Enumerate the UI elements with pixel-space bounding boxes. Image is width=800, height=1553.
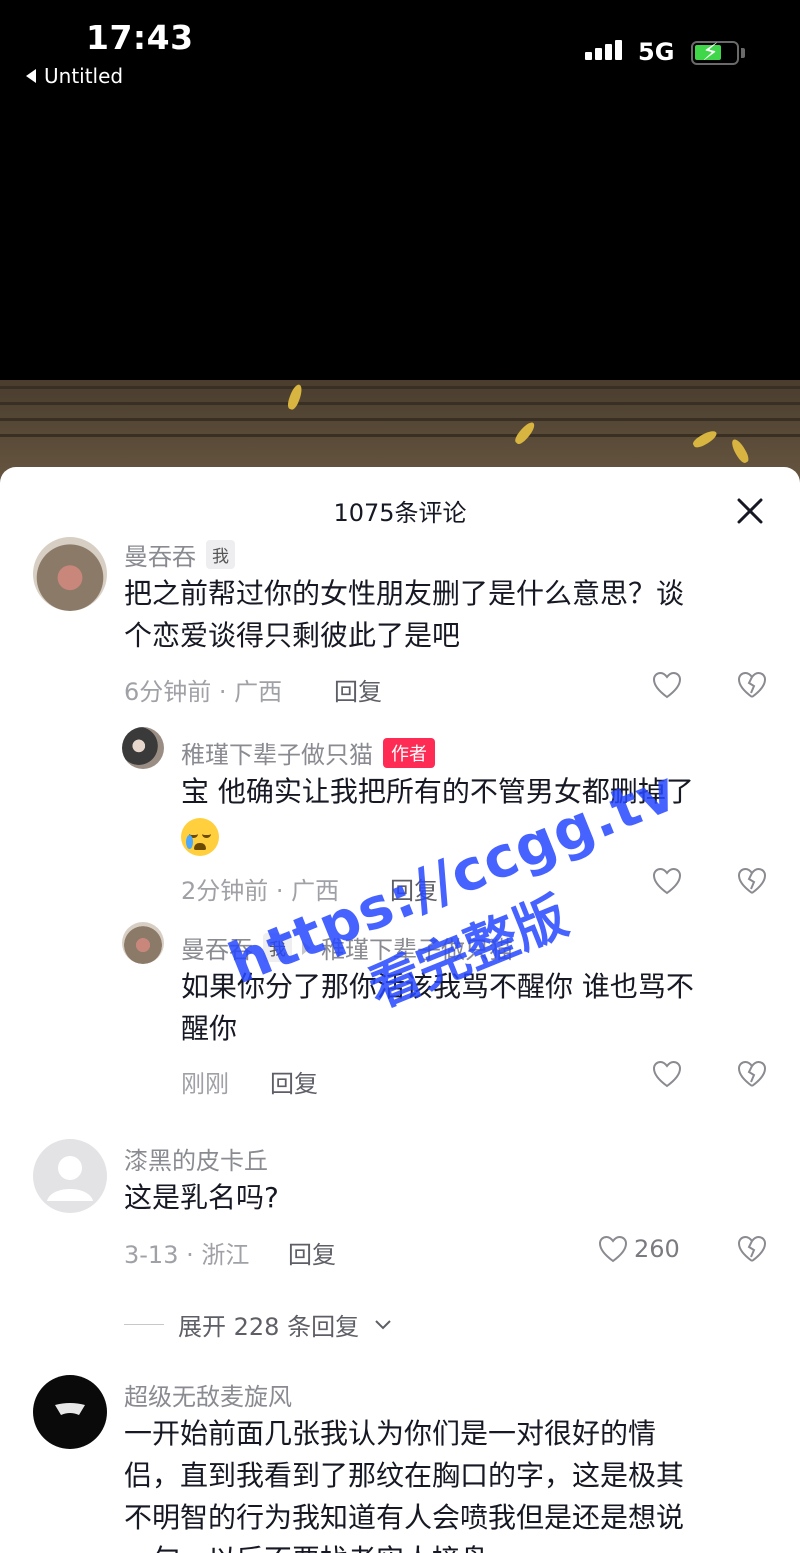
reply-item: 稚瑾下辈子做只猫 作者 宝 他确实让我把所有的不管男女都删掉了 2分钟前 · 广… — [0, 717, 800, 907]
comment-username[interactable]: 超级无敌麦旋风 — [124, 1377, 292, 1412]
comment-username[interactable]: 曼吞吞 我 — [124, 537, 235, 572]
reply-button[interactable]: 回复 — [288, 1235, 336, 1270]
comment-text: 把之前帮过你的女性朋友删了是什么意思？谈 个恋爱谈得只剩彼此了是吧 — [124, 577, 685, 652]
author-badge: 作者 — [383, 737, 435, 768]
reply-meta: 2分钟前 · 广西 — [181, 877, 340, 905]
comment-item: 漆黑的皮卡丘 这是乳名吗? 3-13 · 浙江 回复 260 — [0, 1127, 800, 1287]
reply-button[interactable]: 回复 — [270, 1064, 318, 1099]
reply-username[interactable]: 曼吞吞 我 稚瑾下辈子做只猫 — [181, 930, 513, 965]
comment-item: 超级无敌麦旋风 一开始前面几张我认为你们是一对很好的情 侣，直到我看到了那纹在胸… — [0, 1367, 800, 1553]
cellular-signal-icon — [585, 40, 622, 60]
like-button[interactable] — [652, 1060, 682, 1088]
avatar[interactable] — [122, 727, 164, 769]
heart-icon — [598, 1235, 628, 1263]
default-avatar-icon — [47, 1156, 93, 1201]
divider — [124, 1324, 164, 1325]
back-arrow-icon — [26, 69, 36, 83]
avatar[interactable] — [33, 537, 107, 611]
reply-text: 如果你分了那你活该我骂不醒你 谁也骂不 醒你 — [181, 970, 694, 1045]
chevron-down-icon — [375, 1319, 391, 1329]
like-button[interactable] — [652, 671, 682, 699]
avatar[interactable] — [122, 922, 164, 964]
avatar[interactable] — [33, 1139, 107, 1213]
expand-replies-button[interactable]: 展开 228 条回复 — [124, 1307, 393, 1342]
heart-icon — [652, 671, 682, 699]
like-count: 260 — [634, 1235, 680, 1263]
heart-icon — [652, 867, 682, 895]
back-app-label: Untitled — [44, 64, 124, 88]
comment-meta: 3-13 · 浙江 — [124, 1241, 250, 1269]
me-badge: 我 — [206, 540, 235, 569]
expand-replies-label: 展开 228 条回复 — [178, 1313, 360, 1341]
comment-text: 这是乳名吗? — [124, 1181, 279, 1214]
avatar-logo-icon — [55, 1403, 85, 1415]
comment-text: 一开始前面几张我认为你们是一对很好的情 侣，直到我看到了那纹在胸口的字，这是极其… — [124, 1417, 685, 1553]
back-to-app-button[interactable]: Untitled — [26, 64, 123, 88]
broken-heart-icon — [737, 1235, 767, 1262]
reply-arrow-icon — [302, 940, 311, 955]
dislike-button[interactable] — [737, 671, 767, 703]
crying-face-emoji — [181, 813, 771, 859]
reply-meta: 刚刚 — [181, 1070, 229, 1098]
status-bar: 17:43 Untitled 5G ⚡ — [0, 0, 800, 100]
battery-tip — [741, 48, 745, 58]
reply-text: 宝 他确实让我把所有的不管男女都删掉了 — [181, 771, 771, 859]
dislike-button[interactable] — [737, 1060, 767, 1092]
network-type: 5G — [638, 38, 675, 66]
clock: 17:43 — [86, 18, 194, 57]
comment-meta: 6分钟前 · 广西 — [124, 678, 283, 706]
broken-heart-icon — [737, 671, 767, 698]
comment-sheet: 1075条评论 曼吞吞 我 把之前帮过你的女性朋友删了是什么意思？谈 个恋爱谈得… — [0, 467, 800, 1553]
comment-username[interactable]: 漆黑的皮卡丘 — [124, 1141, 268, 1176]
me-badge: 我 — [263, 933, 292, 962]
broken-heart-icon — [737, 1060, 767, 1087]
broken-heart-icon — [737, 867, 767, 894]
reply-to-username[interactable]: 稚瑾下辈子做只猫 — [321, 930, 513, 965]
like-button[interactable] — [652, 867, 682, 895]
dislike-button[interactable] — [737, 1235, 767, 1267]
comment-item: 曼吞吞 我 把之前帮过你的女性朋友删了是什么意思？谈 个恋爱谈得只剩彼此了是吧 … — [0, 467, 800, 707]
heart-icon — [652, 1060, 682, 1088]
battery-charging-icon: ⚡ — [691, 40, 739, 65]
like-button[interactable]: 260 — [598, 1235, 680, 1263]
reply-button[interactable]: 回复 — [334, 672, 382, 707]
reply-item: 曼吞吞 我 稚瑾下辈子做只猫 如果你分了那你活该我骂不醒你 谁也骂不 醒你 刚刚… — [0, 912, 800, 1102]
reply-button[interactable]: 回复 — [390, 871, 438, 906]
avatar[interactable] — [33, 1375, 107, 1449]
dislike-button[interactable] — [737, 867, 767, 899]
reply-username[interactable]: 稚瑾下辈子做只猫 作者 — [181, 735, 435, 770]
